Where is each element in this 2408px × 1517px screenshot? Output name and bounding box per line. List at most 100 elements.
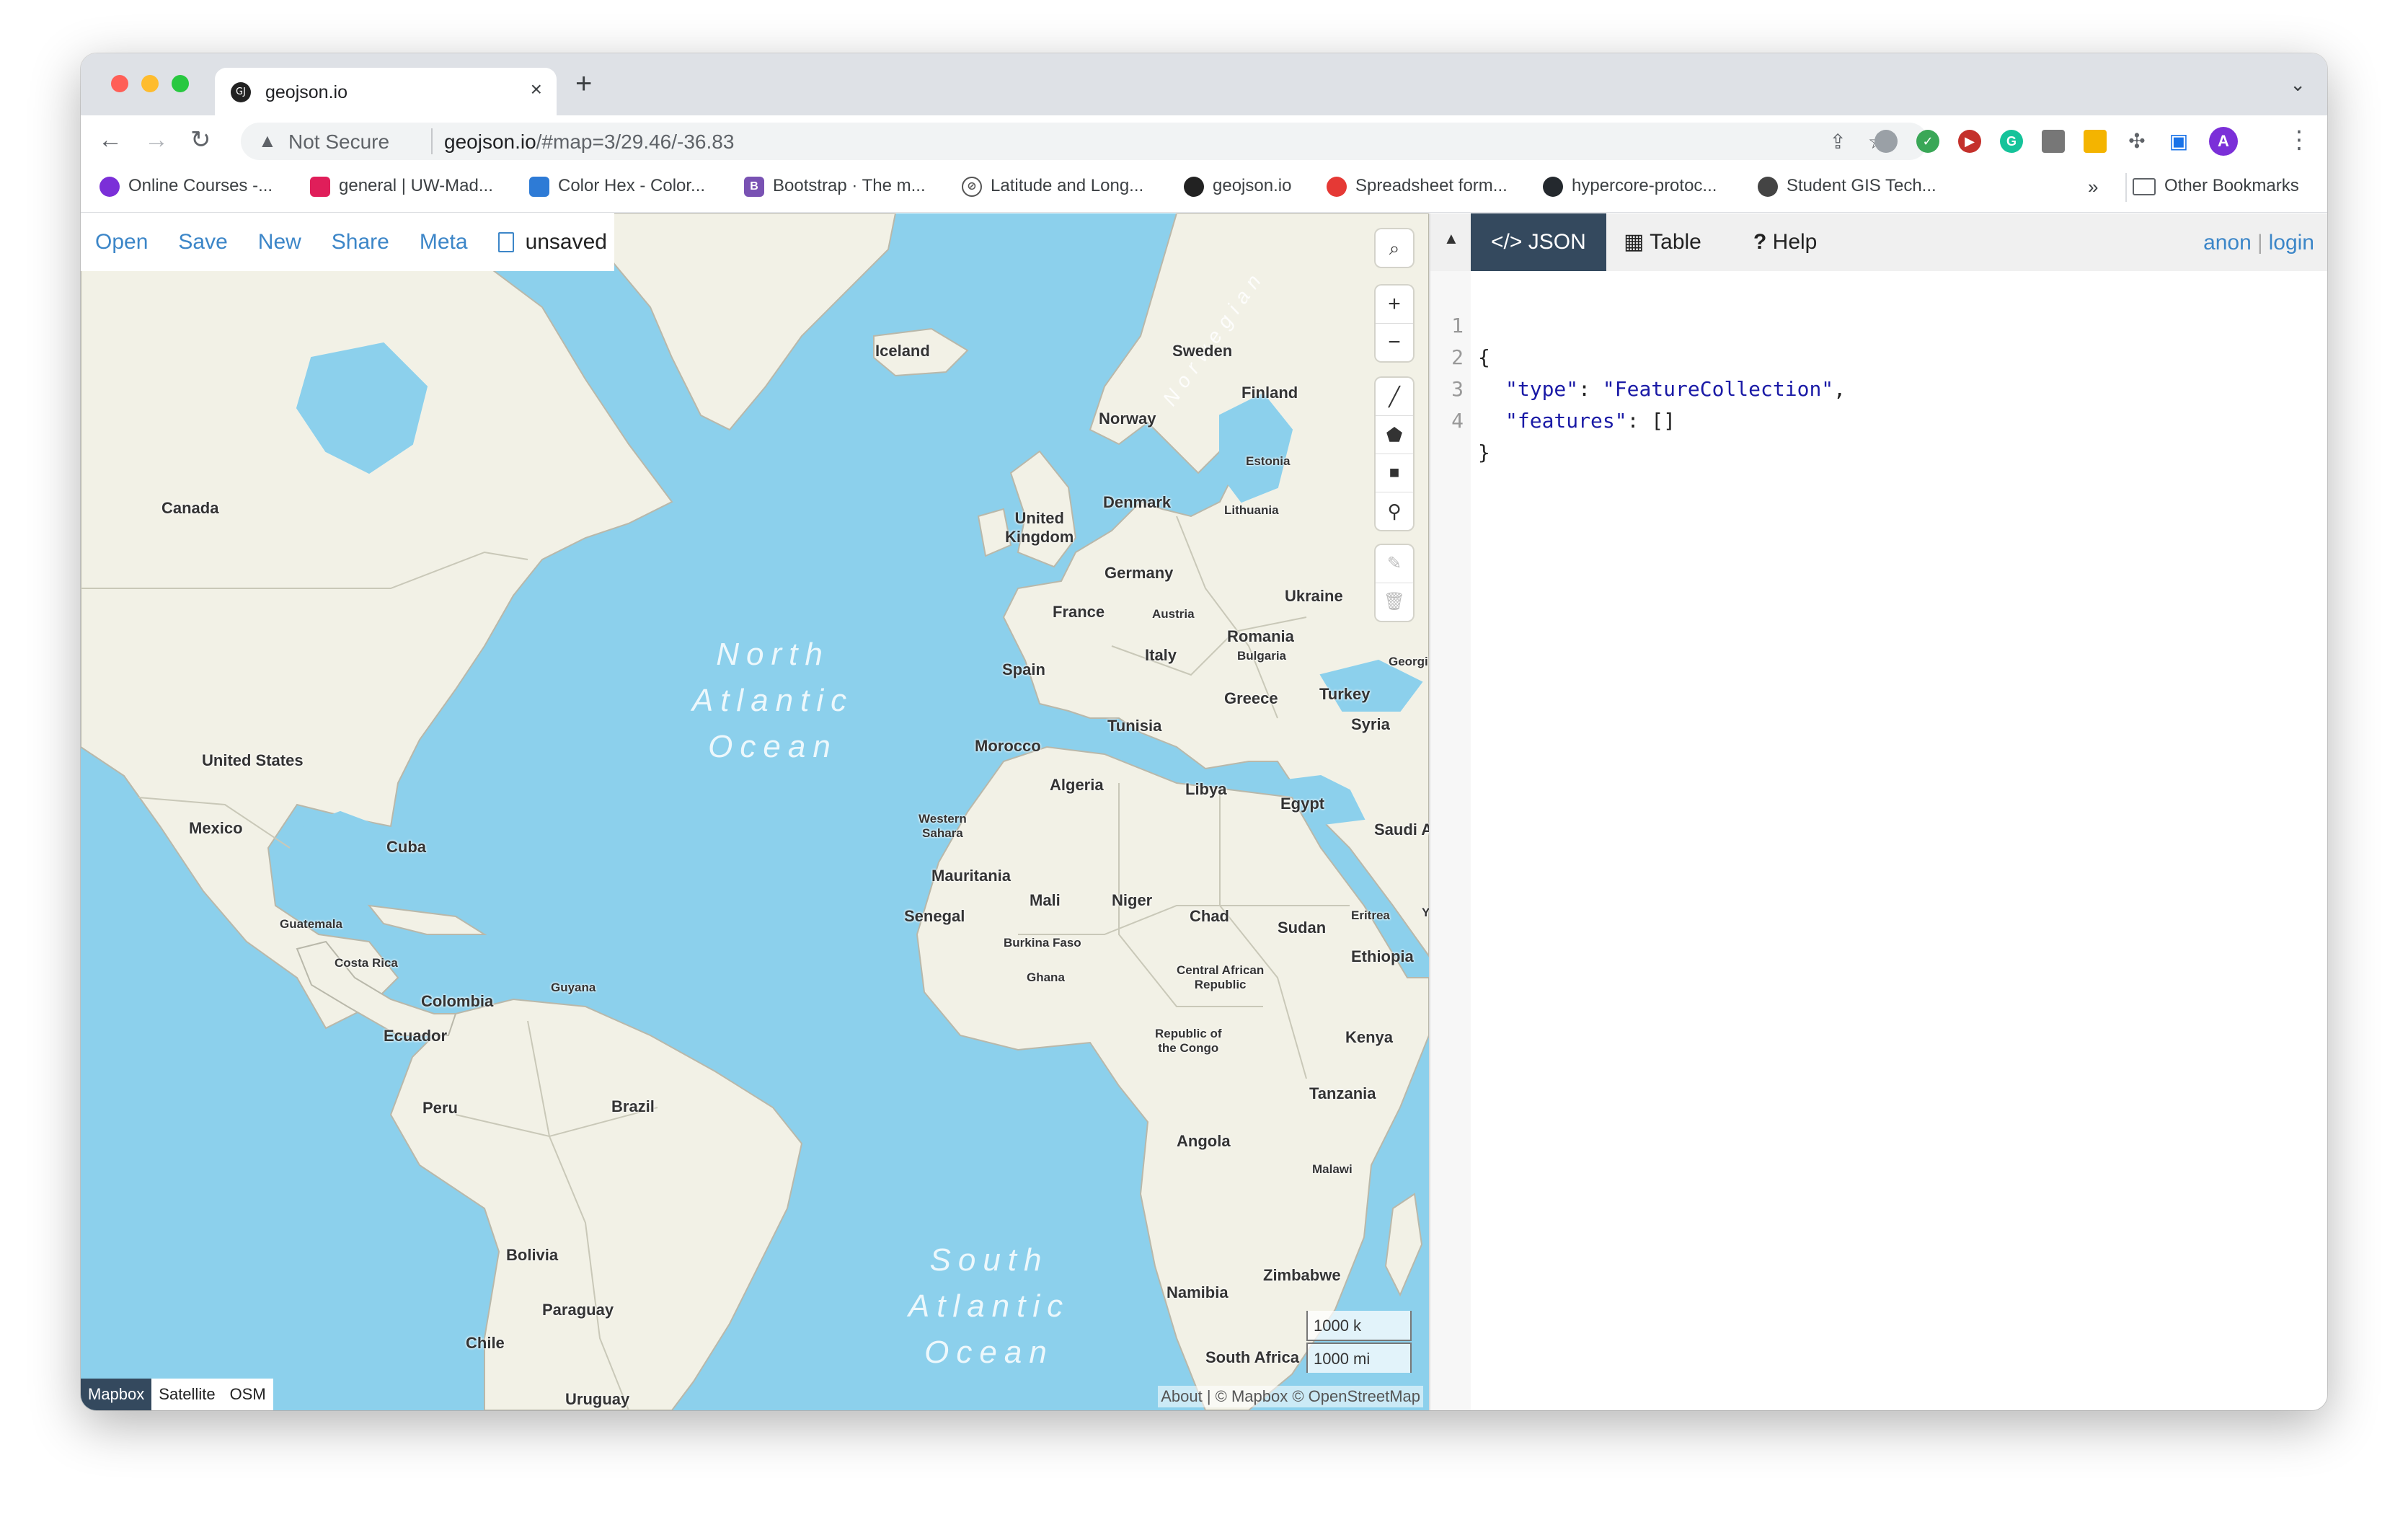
forward-arrow-icon[interactable]: → [144,125,169,154]
geojson-icon [1184,176,1204,197]
grammarly-icon[interactable]: G [2000,130,2023,153]
minimize-window-button[interactable] [141,75,159,92]
new-tab-button[interactable]: + [575,69,592,98]
save-button[interactable]: Save [178,230,227,255]
bookmark-item[interactable]: geojson.io [1184,176,1291,197]
layer-osm-button[interactable]: OSM [222,1379,273,1410]
maximize-window-button[interactable] [172,75,189,92]
bookmarks-overflow-button[interactable]: » [2088,176,2098,198]
bookmark-item[interactable]: Color Hex - Color... [529,176,705,197]
github-icon [1543,176,1563,197]
bookmark-label: hypercore-protoc... [1572,176,1717,195]
madagascar-landmass [1384,1193,1423,1297]
meta-button[interactable]: Meta [420,230,468,255]
kebab-menu-icon[interactable]: ⋮ [2287,125,2311,154]
country-label: Cuba [386,838,426,856]
draw-polygon-icon[interactable]: ⬟ [1376,416,1413,454]
bookmark-item[interactable]: Online Courses -... [99,176,273,197]
tab-search-chevron-icon[interactable]: ⌄ [2290,74,2306,96]
tab-help[interactable]: ? Help [1733,213,1837,271]
globe-icon [1758,176,1778,197]
country-label: Central African Republic [1177,963,1265,991]
reading-list-icon[interactable]: ▣ [2167,130,2190,153]
address-bar[interactable]: ▲ Not Secure geojson.io/#map=3/29.46/-36… [241,123,1928,160]
country-label: Egypt [1280,795,1325,813]
folder-icon [2133,177,2156,195]
bookmark-item[interactable]: general | UW-Mad... [310,176,493,197]
draw-line-icon[interactable]: ╱ [1376,378,1413,416]
url-text: geojson.io/#map=3/29.46/-36.83 [444,131,734,154]
bookmark-item[interactable]: ⊘ Latitude and Long... [962,176,1143,197]
code-text: "type": "FeatureCollection", [1505,373,1846,405]
country-label: Bulgaria [1237,649,1287,663]
json-panel: ▲ </> JSON ▦ Table ? Help anon | login 1 {… [1429,213,2327,1410]
delete-layers-icon[interactable]: 🗑 [1376,583,1413,621]
extension-note-icon[interactable] [2084,130,2107,153]
open-button[interactable]: Open [95,230,148,255]
extension-play-icon[interactable]: ▶ [1958,130,1981,153]
tab-json-label: JSON [1528,230,1586,254]
country-label: Estonia [1246,454,1291,468]
auth-separator: | [2257,231,2263,255]
draw-marker-icon[interactable]: ⚲ [1376,492,1413,530]
close-tab-icon[interactable]: × [531,78,542,101]
reload-icon[interactable]: ↻ [190,125,211,154]
bookmark-label: geojson.io [1213,176,1292,195]
country-label: United Kingdom [1005,509,1074,546]
geojson-favicon-icon: GJ [231,82,251,102]
profile-avatar[interactable]: A [2209,127,2238,156]
extension-shield-icon[interactable] [1874,130,1898,153]
extension-off-icon[interactable] [2042,130,2065,153]
map-attribution[interactable]: About | © Mapbox © OpenStreetMap [1158,1386,1423,1407]
ocean-label: South Atlantic Ocean [908,1242,1071,1370]
panel-tabs: ▲ </> JSON ▦ Table ? Help anon | login [1430,213,2327,271]
file-status[interactable]: unsaved [526,230,607,255]
country-label: Greece [1224,689,1278,707]
layer-satellite-button[interactable]: Satellite [151,1379,223,1410]
anon-link[interactable]: anon [2203,231,2252,255]
bookmark-label: general | UW-Mad... [339,176,493,195]
back-arrow-icon[interactable]: ← [98,125,123,154]
layer-mapbox-button[interactable]: Mapbox [81,1379,152,1410]
country-label: Lithuania [1224,503,1279,517]
search-icon[interactable]: ⌕ [1376,229,1413,267]
zoom-in-button[interactable]: + [1376,286,1413,324]
country-label: Germany [1105,564,1174,582]
tab-json[interactable]: </> JSON [1471,213,1606,271]
new-button[interactable]: New [258,230,301,255]
draw-rectangle-icon[interactable]: ■ [1376,454,1413,492]
extensions-puzzle-icon[interactable]: ✣ [2125,130,2148,153]
country-label: Mali [1030,891,1061,909]
browser-tab[interactable]: GJ geojson.io × [215,68,557,115]
extension-check-icon[interactable]: ✓ [1916,130,1939,153]
hex-icon [529,176,549,197]
country-label: Canada [161,499,219,517]
json-editor[interactable]: 1 { 2 "type": "FeatureCollection", 3 "fe… [1430,271,2327,1410]
login-link[interactable]: login [2269,231,2314,255]
country-label: Spain [1002,660,1045,678]
basemap-land [81,213,1429,1410]
edit-layers-icon[interactable]: ✎ [1376,545,1413,583]
other-bookmarks-button[interactable]: Other Bookmarks [2133,176,2299,196]
close-window-button[interactable] [111,75,128,92]
tab-table[interactable]: ▦ Table [1603,213,1722,271]
bookmark-item[interactable]: hypercore-protoc... [1543,176,1717,197]
country-label: Tanzania [1309,1084,1376,1102]
country-label: Iceland [875,342,930,360]
bookmark-item[interactable]: Spreadsheet form... [1327,176,1508,197]
bookmark-item[interactable]: Student GIS Tech... [1758,176,1936,197]
collapse-panel-icon[interactable]: ▲ [1443,229,1459,248]
share-icon[interactable]: ⇪ [1829,131,1867,153]
map-view[interactable]: North Atlantic Ocean South Atlantic Ocea… [81,213,1429,1410]
share-button[interactable]: Share [332,230,389,255]
country-label: Sweden [1172,342,1233,360]
zoom-out-button[interactable]: − [1376,324,1413,361]
omnibox-divider [431,128,433,154]
zoom-control: + − [1376,286,1413,361]
table-icon: ▦ [1624,230,1650,254]
country-label: Paraguay [542,1301,614,1319]
bookmark-item[interactable]: B Bootstrap · The m... [744,176,926,197]
line-number: 4 [1451,409,1464,433]
bookmark-label: Student GIS Tech... [1787,176,1936,195]
country-label: Costa Rica [335,956,398,970]
